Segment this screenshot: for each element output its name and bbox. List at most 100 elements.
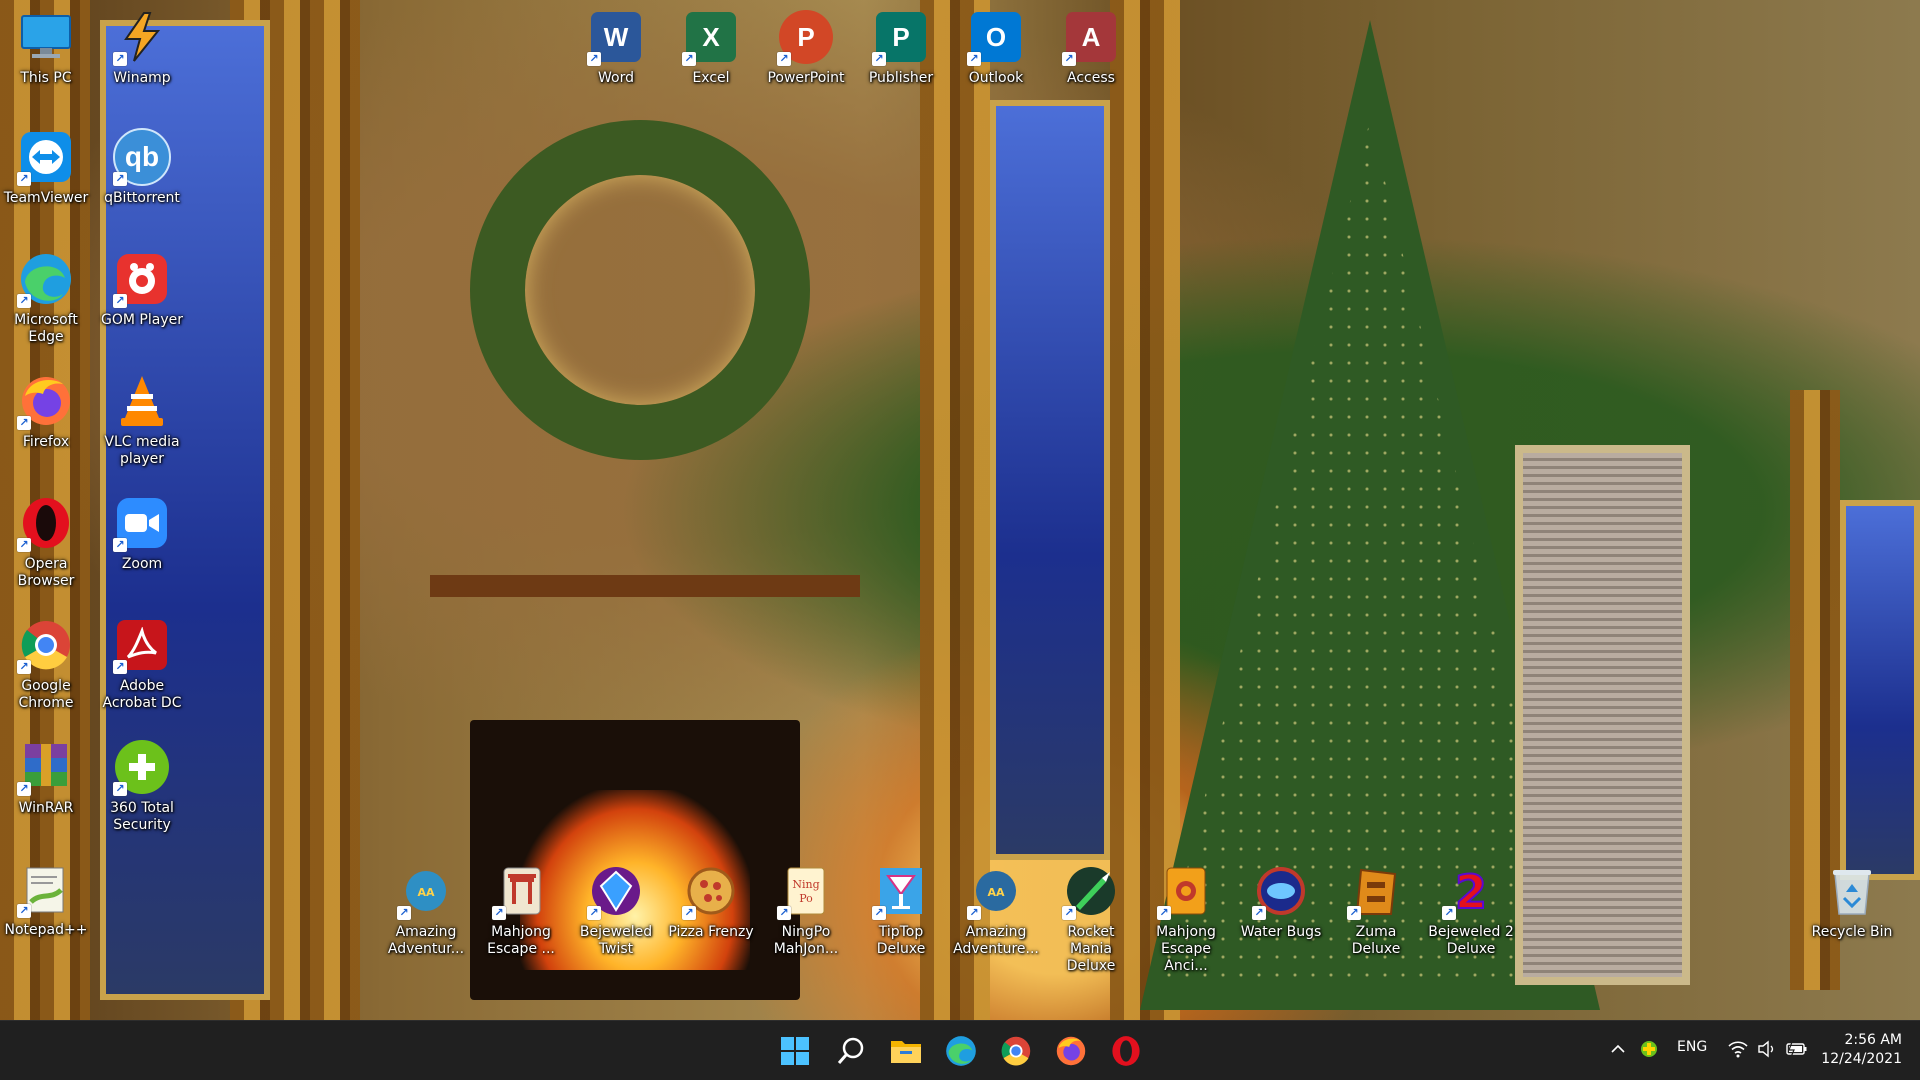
show-hidden-icons-button[interactable] bbox=[1610, 1041, 1626, 1061]
icon-label: Amazing Adventur... bbox=[387, 924, 465, 957]
icon-label: WinRAR bbox=[18, 800, 74, 816]
tray-360-security[interactable] bbox=[1640, 1040, 1658, 1062]
desktop-icon-recycle-bin[interactable]: Recycle Bin bbox=[1806, 862, 1898, 941]
shortcut-arrow-icon: ↗ bbox=[17, 538, 31, 552]
desktop-icon-tiptop-deluxe[interactable]: ↗ TipTop Deluxe bbox=[855, 862, 947, 958]
desktop-icon-gom-player[interactable]: ↗ GOM Player bbox=[96, 250, 188, 329]
shortcut-arrow-icon: ↗ bbox=[397, 906, 411, 920]
desktop-icon-opera[interactable]: ↗ Opera Browser bbox=[0, 494, 92, 590]
icon-label: Firefox bbox=[22, 434, 70, 450]
battery-button[interactable] bbox=[1786, 1040, 1808, 1062]
shortcut-arrow-icon: ↗ bbox=[113, 52, 127, 66]
desktop-icon-bejeweled-twist[interactable]: ↗ Bejeweled Twist bbox=[570, 862, 662, 958]
icon-label: Bejeweled Twist bbox=[579, 924, 653, 957]
icon-label: Word bbox=[598, 70, 634, 86]
shortcut-arrow-icon: ↗ bbox=[113, 294, 127, 308]
wifi-button[interactable] bbox=[1728, 1040, 1748, 1062]
desktop-icon-google-chrome[interactable]: ↗ Google Chrome bbox=[0, 616, 92, 712]
desktop-icon-360-total-security[interactable]: ↗ 360 Total Security bbox=[96, 738, 188, 834]
icon-label: qBittorrent bbox=[104, 190, 180, 206]
desktop-icon-firefox[interactable]: ↗ Firefox bbox=[0, 372, 92, 451]
chrome-taskbar-button[interactable] bbox=[996, 1031, 1036, 1071]
desktop-icon-mahjong-escape-ancient[interactable]: ↗ Mahjong Escape Anci... bbox=[1140, 862, 1232, 975]
edge-taskbar-button[interactable] bbox=[941, 1031, 981, 1071]
amazing-adventures-2-icon: AA ↗ bbox=[967, 862, 1025, 920]
edge-icon: ↗ bbox=[17, 250, 75, 308]
pizza-frenzy-icon: ↗ bbox=[682, 862, 740, 920]
icon-label: Publisher bbox=[868, 70, 934, 86]
battery-charging-icon bbox=[1786, 1041, 1807, 1058]
desktop-icon-bejeweled-2[interactable]: 2 ↗ Bejeweled 2 Deluxe bbox=[1425, 862, 1517, 958]
desktop-icon-amazing-adventures[interactable]: AA ↗ Amazing Adventur... bbox=[380, 862, 472, 958]
opera-taskbar-button[interactable] bbox=[1106, 1031, 1146, 1071]
desktop-icon-access[interactable]: A ↗ Access bbox=[1045, 8, 1137, 87]
desktop-icon-zuma-deluxe[interactable]: ↗ Zuma Deluxe bbox=[1330, 862, 1422, 958]
qbittorrent-icon: qb ↗ bbox=[113, 128, 171, 186]
icon-label: NingPo MahJon... bbox=[773, 924, 839, 957]
shortcut-arrow-icon: ↗ bbox=[1347, 906, 1361, 920]
desktop-icon-rocket-mania[interactable]: ↗ Rocket Mania Deluxe bbox=[1045, 862, 1137, 975]
desktop-icon-pizza-frenzy[interactable]: ↗ Pizza Frenzy bbox=[665, 862, 757, 941]
access-icon: A ↗ bbox=[1062, 8, 1120, 66]
icon-label: Rocket Mania Deluxe bbox=[1066, 924, 1116, 974]
ningpo-mahjong-icon: Ning Po ↗ bbox=[777, 862, 835, 920]
desktop-icon-winrar[interactable]: ↗ WinRAR bbox=[0, 738, 92, 817]
desktop-icon-teamviewer[interactable]: ↗ TeamViewer bbox=[0, 128, 92, 207]
shortcut-arrow-icon: ↗ bbox=[872, 52, 886, 66]
shortcut-arrow-icon: ↗ bbox=[113, 538, 127, 552]
file-explorer-button[interactable] bbox=[886, 1031, 926, 1071]
clock-date: 12/24/2021 bbox=[1821, 1051, 1902, 1067]
clock-time: 2:56 AM bbox=[1844, 1032, 1902, 1048]
desktop-icon-mahjong-escape[interactable]: ↗ Mahjong Escape ... bbox=[475, 862, 567, 958]
icon-label: Notepad++ bbox=[4, 922, 88, 938]
search-icon bbox=[837, 1037, 864, 1064]
svg-text:Ning: Ning bbox=[792, 878, 819, 891]
desktop-icon-excel[interactable]: X ↗ Excel bbox=[665, 8, 757, 87]
file-explorer-icon bbox=[891, 1041, 921, 1063]
firefox-taskbar-button[interactable] bbox=[1051, 1031, 1091, 1071]
vlc-icon bbox=[113, 372, 171, 430]
chevron-up-icon bbox=[1611, 1044, 1625, 1053]
clock[interactable]: 2:56 AM 12/24/2021 bbox=[1821, 1031, 1902, 1069]
desktop-icon-qbittorrent[interactable]: qb ↗ qBittorrent bbox=[96, 128, 188, 207]
shortcut-arrow-icon: ↗ bbox=[113, 660, 127, 674]
desktop-icon-winamp[interactable]: ↗ Winamp bbox=[96, 8, 188, 87]
desktop-icon-vlc[interactable]: VLC media player bbox=[96, 372, 188, 468]
icon-label: Mahjong Escape ... bbox=[487, 924, 555, 957]
desktop-icon-adobe-acrobat[interactable]: ↗ Adobe Acrobat DC bbox=[96, 616, 188, 712]
shortcut-arrow-icon: ↗ bbox=[17, 782, 31, 796]
shortcut-arrow-icon: ↗ bbox=[1157, 906, 1171, 920]
desktop-icon-outlook[interactable]: O ↗ Outlook bbox=[950, 8, 1042, 87]
svg-text:Po: Po bbox=[799, 892, 813, 905]
powerpoint-icon: P ↗ bbox=[777, 8, 835, 66]
chrome-icon: ↗ bbox=[17, 616, 75, 674]
volume-button[interactable] bbox=[1757, 1040, 1777, 1062]
shortcut-arrow-icon: ↗ bbox=[967, 906, 981, 920]
desktop-icon-publisher[interactable]: P ↗ Publisher bbox=[855, 8, 947, 87]
desktop-icon-zoom[interactable]: ↗ Zoom bbox=[96, 494, 188, 573]
winamp-icon: ↗ bbox=[113, 8, 171, 66]
language-indicator[interactable]: ENG bbox=[1677, 1039, 1707, 1055]
desktop-icon-word[interactable]: W ↗ Word bbox=[570, 8, 662, 87]
shortcut-arrow-icon: ↗ bbox=[1062, 906, 1076, 920]
desktop-icon-this-pc[interactable]: This PC bbox=[0, 8, 92, 87]
search-button[interactable] bbox=[831, 1031, 871, 1071]
monitor-icon bbox=[17, 8, 75, 66]
start-button[interactable] bbox=[775, 1031, 815, 1071]
shortcut-arrow-icon: ↗ bbox=[1252, 906, 1266, 920]
desktop-icon-microsoft-edge[interactable]: ↗ Microsoft Edge bbox=[0, 250, 92, 346]
water-bugs-icon: ↗ bbox=[1252, 862, 1310, 920]
svg-text:2: 2 bbox=[1455, 865, 1487, 918]
shortcut-arrow-icon: ↗ bbox=[17, 416, 31, 430]
icon-label: Excel bbox=[692, 70, 730, 86]
amazing-adventures-icon: AA ↗ bbox=[397, 862, 455, 920]
icon-label: This PC bbox=[20, 70, 72, 86]
icon-label: Opera Browser bbox=[17, 556, 75, 589]
desktop-icon-water-bugs[interactable]: ↗ Water Bugs bbox=[1235, 862, 1327, 941]
desktop-icon-notepadpp[interactable]: ↗ Notepad++ bbox=[0, 860, 92, 939]
shortcut-arrow-icon: ↗ bbox=[682, 906, 696, 920]
desktop-icon-powerpoint[interactable]: P ↗ PowerPoint bbox=[760, 8, 852, 87]
firefox-icon: ↗ bbox=[17, 372, 75, 430]
desktop-icon-ningpo-mahjong[interactable]: Ning Po ↗ NingPo MahJon... bbox=[760, 862, 852, 958]
desktop-icon-amazing-adventures-2[interactable]: AA ↗ Amazing Adventure... bbox=[950, 862, 1042, 958]
